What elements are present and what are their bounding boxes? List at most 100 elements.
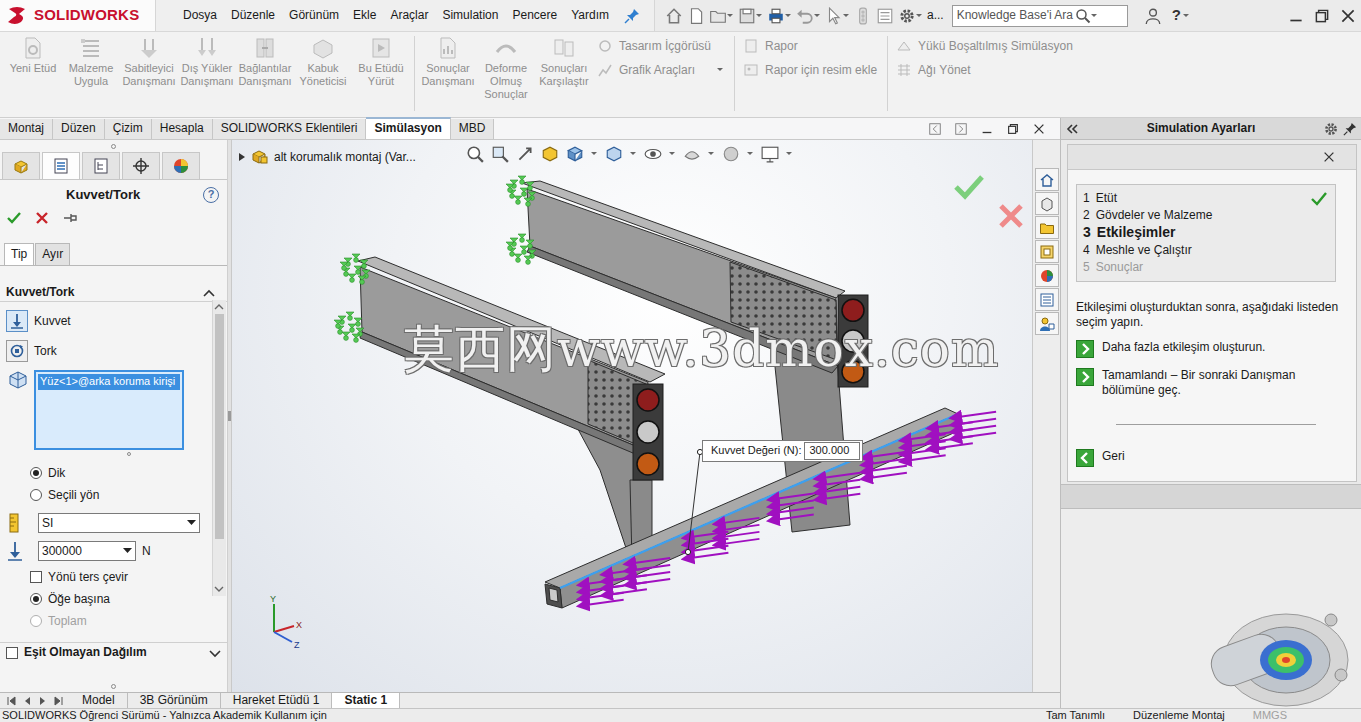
tooltip-value[interactable]: 300.000 <box>804 442 860 460</box>
advisor-action[interactable]: Geri <box>1076 449 1346 467</box>
ribbon-item[interactable]: Yükü Boşaltılmış Simülasyon <box>896 38 1073 54</box>
tile-left-icon[interactable] <box>928 122 942 136</box>
appearance-icon[interactable] <box>683 145 701 163</box>
zoom-fit-icon[interactable] <box>466 145 484 163</box>
advisor-action[interactable]: Tamamlandı – Bir sonraki Danışman bölümü… <box>1076 368 1346 398</box>
previous-view-icon[interactable] <box>516 145 534 163</box>
radio-button[interactable] <box>30 467 42 479</box>
dropdown-icon[interactable] <box>1091 8 1098 24</box>
cancel-icon[interactable] <box>34 210 50 226</box>
menu-item[interactable]: Simulation <box>435 8 505 23</box>
ribbon-button[interactable]: Bağlantılar Danışmanı <box>236 36 294 88</box>
select-icon[interactable] <box>825 7 843 25</box>
advisor-step[interactable]: 1Etüt <box>1083 190 1327 207</box>
collapse-pane-icon[interactable] <box>1065 123 1079 135</box>
task-pane-tab[interactable] <box>1035 288 1059 311</box>
task-pane-tab[interactable] <box>1035 312 1059 335</box>
view-minimize-icon[interactable] <box>980 122 994 136</box>
graphics-area[interactable]: alt korumalık montaj (Var...莫西网www.3dmox… <box>232 140 1032 692</box>
toolbar-overflow[interactable]: a... <box>927 8 944 23</box>
dropdown-icon[interactable] <box>669 146 676 162</box>
expand-toggle[interactable] <box>209 645 221 660</box>
dropdown-icon[interactable] <box>916 8 923 24</box>
command-tab[interactable]: Hesapla <box>152 119 213 139</box>
ok-icon[interactable] <box>6 210 22 226</box>
bottom-tab[interactable]: Static 1 <box>332 693 400 708</box>
view-restore-icon[interactable] <box>1006 122 1020 136</box>
ribbon-button[interactable]: Yeni Etüd <box>4 36 62 75</box>
dropdown-icon[interactable] <box>786 146 793 162</box>
pin-icon[interactable] <box>62 210 78 226</box>
ribbon-button[interactable]: Sabitleyici Danışmanı <box>120 36 178 88</box>
radio-button[interactable] <box>30 489 42 501</box>
panel-tab[interactable] <box>122 152 160 179</box>
dropdown-icon[interactable] <box>123 548 132 554</box>
dropdown-icon[interactable] <box>591 146 598 162</box>
print-icon[interactable] <box>767 7 785 25</box>
dropdown-icon[interactable] <box>1183 8 1190 24</box>
ribbon-button[interactable]: Sonuçlar Danışmanı <box>419 36 477 88</box>
menu-item[interactable]: Ekle <box>346 8 383 23</box>
command-tab[interactable]: MBD <box>451 119 495 139</box>
radio-label[interactable]: Dik <box>48 466 65 481</box>
app-logo[interactable]: SOLIDWORKS <box>0 0 156 31</box>
ribbon-item[interactable]: Rapor <box>743 38 877 54</box>
view-orientation-icon[interactable] <box>566 145 584 163</box>
confirm-ok-icon[interactable] <box>954 174 984 200</box>
task-pane-tab[interactable] <box>1035 240 1059 263</box>
gear-icon[interactable] <box>898 7 916 25</box>
view-settings-icon[interactable] <box>761 145 779 163</box>
selection-item[interactable]: Yüz<1>@arka koruma kirişi <box>38 374 180 390</box>
load-type-label[interactable]: Kuvvet <box>34 314 71 329</box>
display-style-icon[interactable] <box>605 145 623 163</box>
close-advisor-icon[interactable] <box>1322 150 1336 164</box>
search-box[interactable] <box>952 5 1128 27</box>
advisor-action[interactable]: Daha fazla etkileşim oluşturun. <box>1076 340 1346 358</box>
file-properties-icon[interactable] <box>876 7 894 25</box>
view-close-icon[interactable] <box>1032 122 1046 136</box>
zoom-area-icon[interactable] <box>491 145 509 163</box>
dropdown-icon[interactable] <box>785 8 792 24</box>
panel-tab[interactable] <box>162 152 200 179</box>
expand-icon[interactable] <box>238 152 246 162</box>
action-label[interactable]: Tamamlandı – Bir sonraki Danışman bölümü… <box>1102 368 1346 398</box>
command-tab[interactable]: Çizim <box>105 119 152 139</box>
ribbon-button[interactable]: Malzeme Uygula <box>62 36 120 88</box>
pin-icon[interactable] <box>624 8 640 24</box>
task-pane-tab[interactable] <box>1035 192 1059 215</box>
scroll-thumb[interactable] <box>215 314 224 539</box>
tile-right-icon[interactable] <box>954 122 968 136</box>
next-tab-icon[interactable] <box>36 696 50 706</box>
force-tooltip[interactable]: Kuvvet Değeri (N):300.000 <box>702 440 863 462</box>
help-button[interactable]: ? <box>203 187 219 203</box>
command-tab[interactable]: SOLIDWORKS Eklentileri <box>213 119 367 139</box>
user-icon[interactable] <box>1144 7 1162 25</box>
task-pane-tab[interactable] <box>1035 168 1059 191</box>
model-view[interactable] <box>232 140 1032 692</box>
section-header[interactable]: Kuvvet/Tork <box>0 284 227 302</box>
tree-flyout[interactable]: alt korumalık montaj (Var... <box>238 148 416 166</box>
previous-tab-icon[interactable] <box>20 696 34 706</box>
home-icon[interactable] <box>665 7 683 25</box>
bottom-tab[interactable]: Hareket Etüdü 1 <box>221 693 333 708</box>
panel-tab[interactable] <box>42 152 80 179</box>
command-tab[interactable]: Montaj <box>0 119 53 139</box>
radio-label[interactable]: Öğe başına <box>48 592 110 607</box>
load-type-label[interactable]: Tork <box>34 344 57 359</box>
action-label[interactable]: Geri <box>1102 449 1125 464</box>
dropdown-icon[interactable] <box>708 146 715 162</box>
collapse-toggle[interactable] <box>203 285 215 300</box>
dropdown-icon[interactable] <box>814 8 821 24</box>
confirm-cancel-icon[interactable] <box>998 203 1024 229</box>
section-view-icon[interactable] <box>541 145 559 163</box>
hide-show-icon[interactable] <box>644 145 662 163</box>
scroll-down-icon[interactable] <box>213 584 225 594</box>
open-folder-icon[interactable] <box>709 7 727 25</box>
section-header[interactable]: Eşit Olmayan Dağılım <box>0 642 227 662</box>
units-select[interactable]: SI <box>38 513 200 533</box>
load-type-button[interactable] <box>6 340 28 362</box>
checkbox-label[interactable]: Yönü ters çevir <box>48 570 128 585</box>
advisor-step[interactable]: 4Meshle ve Çalıştır <box>1083 242 1327 259</box>
command-tab[interactable]: Simülasyon <box>366 117 450 139</box>
last-tab-icon[interactable] <box>52 696 66 706</box>
